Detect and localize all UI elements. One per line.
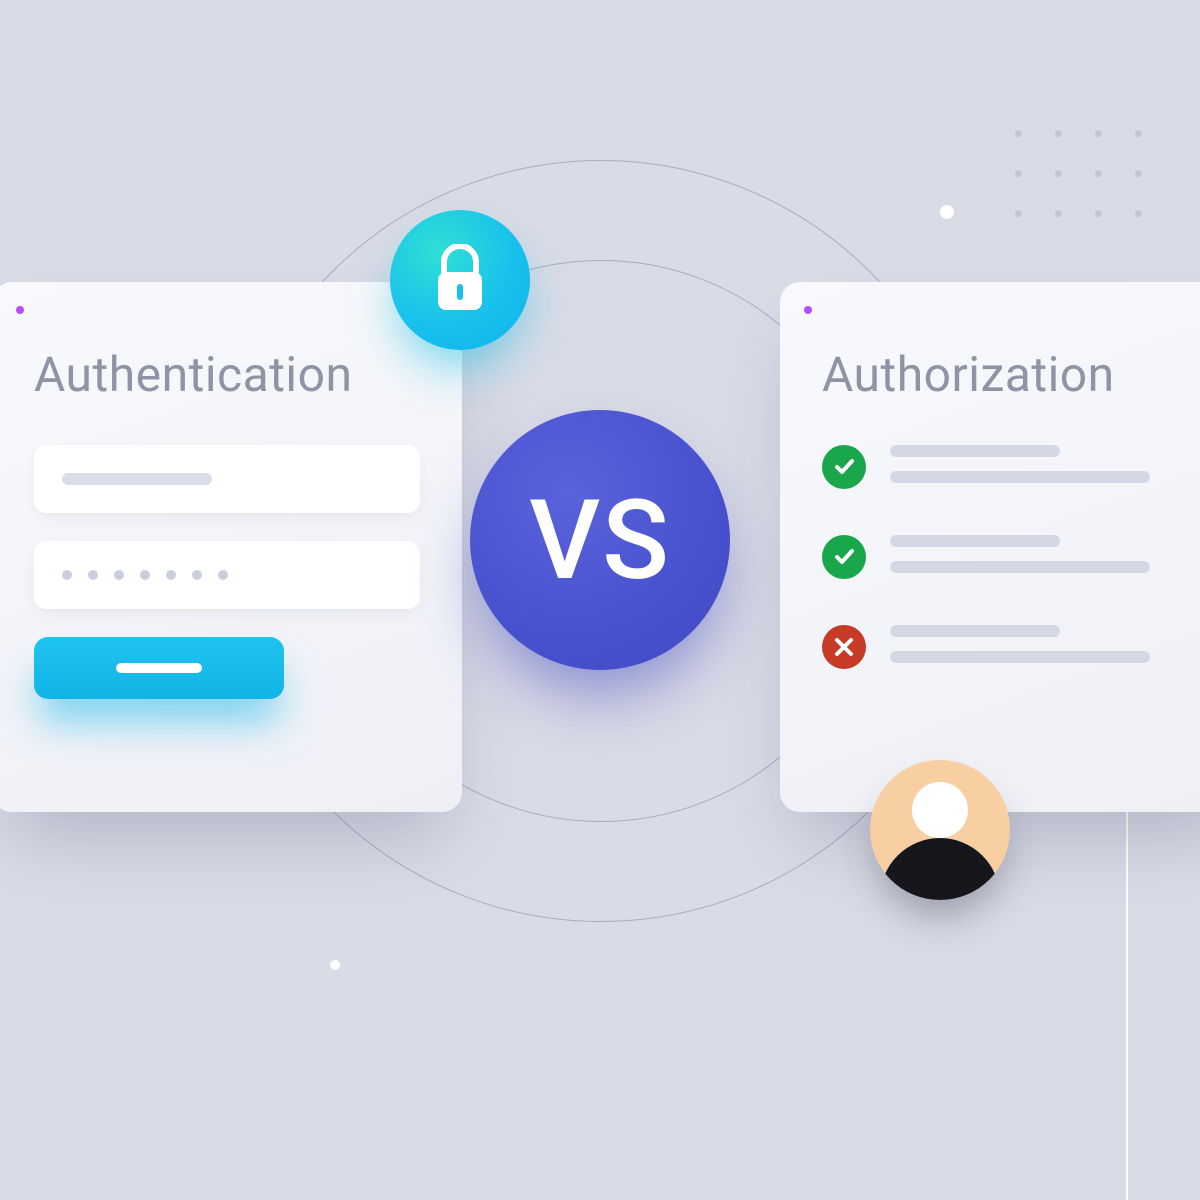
permission-row (822, 445, 1200, 489)
authorization-title: Authorization (822, 346, 1200, 403)
card-accent-dot (804, 306, 812, 314)
password-dot (114, 570, 124, 580)
password-dot (140, 570, 150, 580)
password-field[interactable] (34, 541, 420, 609)
check-icon (822, 445, 866, 489)
decorative-dot (330, 960, 340, 970)
login-button[interactable] (34, 637, 284, 699)
permission-row (822, 625, 1200, 669)
password-mask-dots (62, 570, 228, 580)
permission-text-skeleton (890, 625, 1200, 663)
permission-row (822, 535, 1200, 579)
avatar-head (912, 782, 968, 838)
password-dot (62, 570, 72, 580)
vs-label: VS (529, 476, 671, 605)
decorative-frame-line (1126, 790, 1128, 1200)
decorative-dot (940, 205, 954, 219)
x-icon (822, 625, 866, 669)
permissions-list (822, 445, 1200, 669)
input-placeholder-skeleton (62, 473, 212, 485)
check-icon (822, 535, 866, 579)
password-dot (88, 570, 98, 580)
avatar-icon (870, 760, 1010, 900)
password-dot (192, 570, 202, 580)
avatar-body (880, 838, 1000, 900)
lock-icon (390, 210, 530, 350)
button-label-skeleton (116, 663, 202, 673)
authentication-title: Authentication (34, 346, 420, 403)
diagram-canvas: Authentication VS Authorization (0, 0, 1200, 1200)
vs-badge: VS (470, 410, 730, 670)
permission-text-skeleton (890, 445, 1200, 483)
permission-text-skeleton (890, 535, 1200, 573)
authentication-card: Authentication (0, 282, 462, 812)
password-dot (218, 570, 228, 580)
card-accent-dot (16, 306, 24, 314)
decorative-dot-grid (1015, 130, 1145, 220)
username-field[interactable] (34, 445, 420, 513)
password-dot (166, 570, 176, 580)
authorization-card: Authorization (780, 282, 1200, 812)
